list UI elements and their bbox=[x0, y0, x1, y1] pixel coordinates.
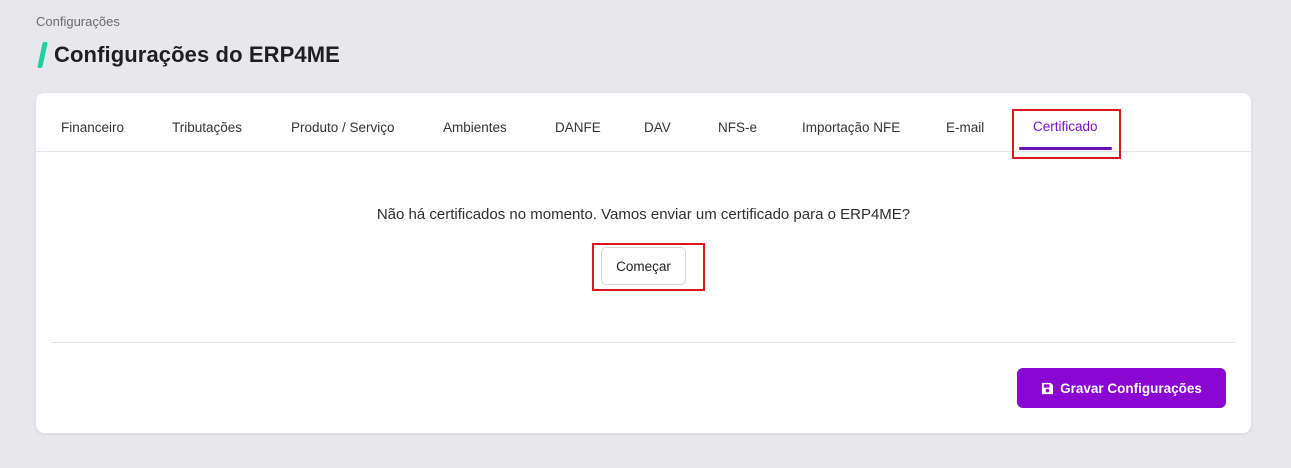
tab-email[interactable]: E-mail bbox=[946, 120, 984, 135]
highlight-box-start-button bbox=[592, 243, 705, 291]
title-accent-bar bbox=[37, 42, 48, 68]
settings-card: Financeiro Tributações Produto / Serviço… bbox=[36, 93, 1251, 433]
save-settings-label: Gravar Configurações bbox=[1060, 380, 1202, 396]
tab-dav[interactable]: DAV bbox=[644, 120, 671, 135]
tab-bar: Financeiro Tributações Produto / Serviço… bbox=[36, 93, 1251, 159]
tab-nfse[interactable]: NFS-e bbox=[718, 120, 757, 135]
highlight-box-tab bbox=[1012, 109, 1121, 159]
tab-importacao-nfe[interactable]: Importação NFE bbox=[802, 120, 900, 135]
divider bbox=[51, 342, 1236, 343]
page-header: Configurações do ERP4ME bbox=[37, 42, 340, 68]
tab-produto-servico[interactable]: Produto / Serviço bbox=[291, 120, 395, 135]
empty-certificate-message: Não há certificados no momento. Vamos en… bbox=[376, 206, 911, 223]
tab-danfe[interactable]: DANFE bbox=[555, 120, 601, 135]
save-settings-button[interactable]: Gravar Configurações bbox=[1017, 368, 1226, 408]
tab-ambientes[interactable]: Ambientes bbox=[443, 120, 507, 135]
tab-tributacoes[interactable]: Tributações bbox=[172, 120, 242, 135]
breadcrumb: Configurações bbox=[36, 14, 120, 29]
page-title: Configurações do ERP4ME bbox=[54, 42, 340, 67]
tab-financeiro[interactable]: Financeiro bbox=[61, 120, 124, 135]
floppy-disk-icon bbox=[1042, 382, 1054, 394]
